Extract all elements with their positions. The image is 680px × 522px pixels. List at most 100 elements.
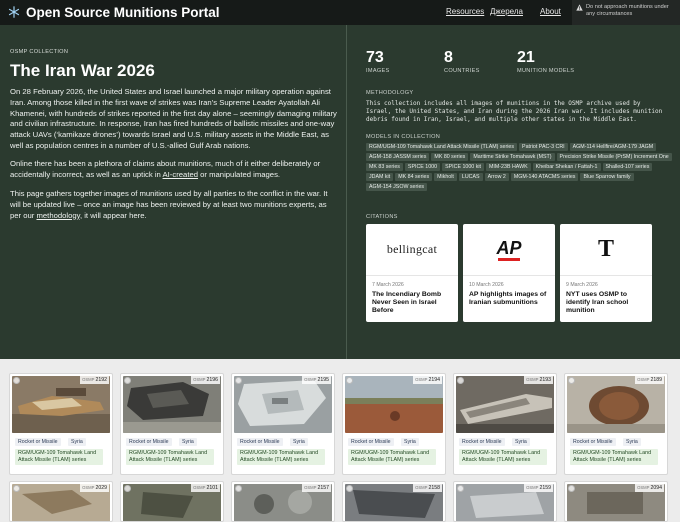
bellingcat-logo: bellingcat <box>366 224 458 276</box>
nav-link-sources-ukrainian[interactable]: Джерела <box>490 7 523 16</box>
model-tag[interactable]: Kheibar Shekan / Fattah-1 <box>532 163 601 171</box>
munition-photo[interactable] <box>123 376 221 433</box>
methodology-text: This collection includes all images of m… <box>366 100 663 124</box>
id-number: 2192 <box>95 377 107 383</box>
model-tag[interactable]: SPICE 1000 <box>404 163 441 171</box>
model-chip[interactable]: RGM/UGM-109 Tomahawk Land Attack Missile… <box>348 449 436 465</box>
model-tag[interactable]: Mikholt <box>434 173 457 181</box>
citation-card-ap[interactable]: AP 10 March 2026 AP highlights images of… <box>463 224 555 322</box>
ai-created-link[interactable]: AI-created <box>163 170 198 179</box>
model-tag[interactable]: Shalled-107 series <box>602 163 653 171</box>
munition-card[interactable]: OSMP2101 <box>120 481 224 522</box>
munition-photo[interactable] <box>567 376 665 433</box>
ap-wordmark: AP <box>496 237 522 258</box>
record-id: OSMP2159 <box>524 484 553 492</box>
select-checkbox[interactable] <box>13 377 20 384</box>
citation-title: The Incendiary Bomb Never Seen in Israel… <box>372 291 442 314</box>
select-checkbox[interactable] <box>346 485 353 492</box>
munition-card[interactable]: OSMP2158 <box>342 481 446 522</box>
id-prefix: OSMP <box>526 377 539 382</box>
category-chip[interactable]: Rocket or Missile <box>459 438 505 446</box>
country-chip[interactable]: Syria <box>179 438 197 446</box>
country-chip[interactable]: Syria <box>68 438 86 446</box>
category-chip[interactable]: Rocket or Missile <box>15 438 61 446</box>
country-chip[interactable]: Syria <box>401 438 419 446</box>
munition-photo[interactable] <box>345 376 443 433</box>
model-chip[interactable]: RGM/UGM-109 Tomahawk Land Attack Missile… <box>570 449 658 465</box>
select-checkbox[interactable] <box>457 485 464 492</box>
select-checkbox[interactable] <box>235 485 242 492</box>
category-chip[interactable]: Rocket or Missile <box>126 438 172 446</box>
stat-countries-label: COUNTRIES <box>444 68 480 74</box>
country-chip[interactable]: Syria <box>290 438 308 446</box>
model-tag[interactable]: MGM-140 ATACMS series <box>510 173 579 181</box>
munition-card[interactable]: OSMP2157 <box>231 481 335 522</box>
select-checkbox[interactable] <box>235 377 242 384</box>
category-chip[interactable]: Rocket or Missile <box>570 438 616 446</box>
citation-card-nyt[interactable]: T 9 March 2026 NYT uses OSMP to identify… <box>560 224 652 322</box>
munition-card[interactable]: OSMP2094 <box>564 481 668 522</box>
model-tag[interactable]: MK 80 series <box>431 153 469 161</box>
model-tag[interactable]: MK 83 series <box>366 163 403 171</box>
id-number: 2194 <box>428 377 440 383</box>
country-chip[interactable]: Syria <box>623 438 641 446</box>
nav-link-about[interactable]: About <box>540 7 561 16</box>
category-chip[interactable]: Rocket or Missile <box>237 438 283 446</box>
select-checkbox[interactable] <box>13 485 20 492</box>
id-prefix: OSMP <box>415 377 428 382</box>
model-tag[interactable]: Patriot PAC-3 CRI <box>519 143 568 151</box>
model-tag[interactable]: Precision Strike Missile (PrSM) Incremen… <box>556 153 672 161</box>
collection-eyebrow: OSMP COLLECTION <box>10 49 69 55</box>
munition-card[interactable]: OSMP2192 Rocket or Missile Syria RGM/UGM-10… <box>9 373 113 475</box>
model-tag[interactable]: AGM-158 JASSM series <box>366 153 430 161</box>
id-prefix: OSMP <box>415 485 428 490</box>
select-checkbox[interactable] <box>346 377 353 384</box>
purpose-text-end: , it will appear here. <box>79 210 147 220</box>
model-chip[interactable]: RGM/UGM-109 Tomahawk Land Attack Missile… <box>126 449 214 465</box>
model-chip[interactable]: RGM/UGM-109 Tomahawk Land Attack Missile… <box>15 449 103 465</box>
select-checkbox[interactable] <box>457 377 464 384</box>
model-chip[interactable]: RGM/UGM-109 Tomahawk Land Attack Missile… <box>459 449 547 465</box>
record-id: OSMP2193 <box>524 376 553 384</box>
munition-card[interactable]: OSMP2159 <box>453 481 557 522</box>
munition-photo[interactable] <box>234 376 332 433</box>
model-tag[interactable]: Blue Sparrow family <box>580 173 634 181</box>
record-id: OSMP2029 <box>80 484 109 492</box>
munition-card[interactable]: OSMP2189 Rocket or Missile Syria RGM/UGM-10… <box>564 373 668 475</box>
munition-card[interactable]: OSMP2194 Rocket or Missile Syria RGM/UGM-10… <box>342 373 446 475</box>
select-checkbox[interactable] <box>568 485 575 492</box>
select-checkbox[interactable] <box>568 377 575 384</box>
citation-card-bellingcat[interactable]: bellingcat 7 March 2026 The Incendiary B… <box>366 224 458 322</box>
model-chip[interactable]: RGM/UGM-109 Tomahawk Land Attack Missile… <box>237 449 325 465</box>
munition-card[interactable]: OSMP2196 Rocket or Missile Syria RGM/UGM-10… <box>120 373 224 475</box>
stat-images-label: IMAGES <box>366 68 390 74</box>
model-tag[interactable]: AGM-114 Hellfire/AGM-179 JAGM <box>569 143 657 151</box>
munition-photo[interactable] <box>12 376 110 433</box>
methodology-link[interactable]: methodology <box>37 211 80 220</box>
category-chip[interactable]: Rocket or Missile <box>348 438 394 446</box>
model-tag[interactable]: AGM-154 JSOW series <box>366 183 428 191</box>
nav-link-resources[interactable]: Resources <box>446 7 484 16</box>
select-checkbox[interactable] <box>124 377 131 384</box>
citation-date: 7 March 2026 <box>372 282 404 288</box>
select-checkbox[interactable] <box>124 485 131 492</box>
model-tag[interactable]: Maritime Strike Tomahawk (MST) <box>470 153 555 161</box>
citations-label: CITATIONS <box>366 214 398 220</box>
brand[interactable]: Open Source Munitions Portal <box>8 3 220 21</box>
record-id: OSMP2094 <box>635 484 664 492</box>
model-tag[interactable]: MIM-23B HAWK <box>486 163 531 171</box>
model-tag[interactable]: JDAM kit <box>366 173 394 181</box>
model-tag[interactable]: SPICE 1000 kit <box>442 163 484 171</box>
id-number: 2189 <box>650 377 662 383</box>
model-tag[interactable]: Arrow 2 <box>484 173 509 181</box>
munition-card[interactable]: OSMP2029 <box>9 481 113 522</box>
model-tag[interactable]: MK 84 series <box>395 173 433 181</box>
munition-card[interactable]: OSMP2193 Rocket or Missile Syria RGM/UGM-10… <box>453 373 557 475</box>
munition-card[interactable]: OSMP2195 Rocket or Missile Syria RGM/UGM-10… <box>231 373 335 475</box>
munition-photo[interactable] <box>456 376 554 433</box>
model-tag[interactable]: LUCAS <box>458 173 483 181</box>
bellingcat-wordmark: bellingcat <box>386 242 438 256</box>
model-tag[interactable]: RGM/UGM-109 Tomahawk Land Attack Missile… <box>366 143 518 151</box>
country-chip[interactable]: Syria <box>512 438 530 446</box>
stat-models-value: 21 <box>517 49 535 66</box>
